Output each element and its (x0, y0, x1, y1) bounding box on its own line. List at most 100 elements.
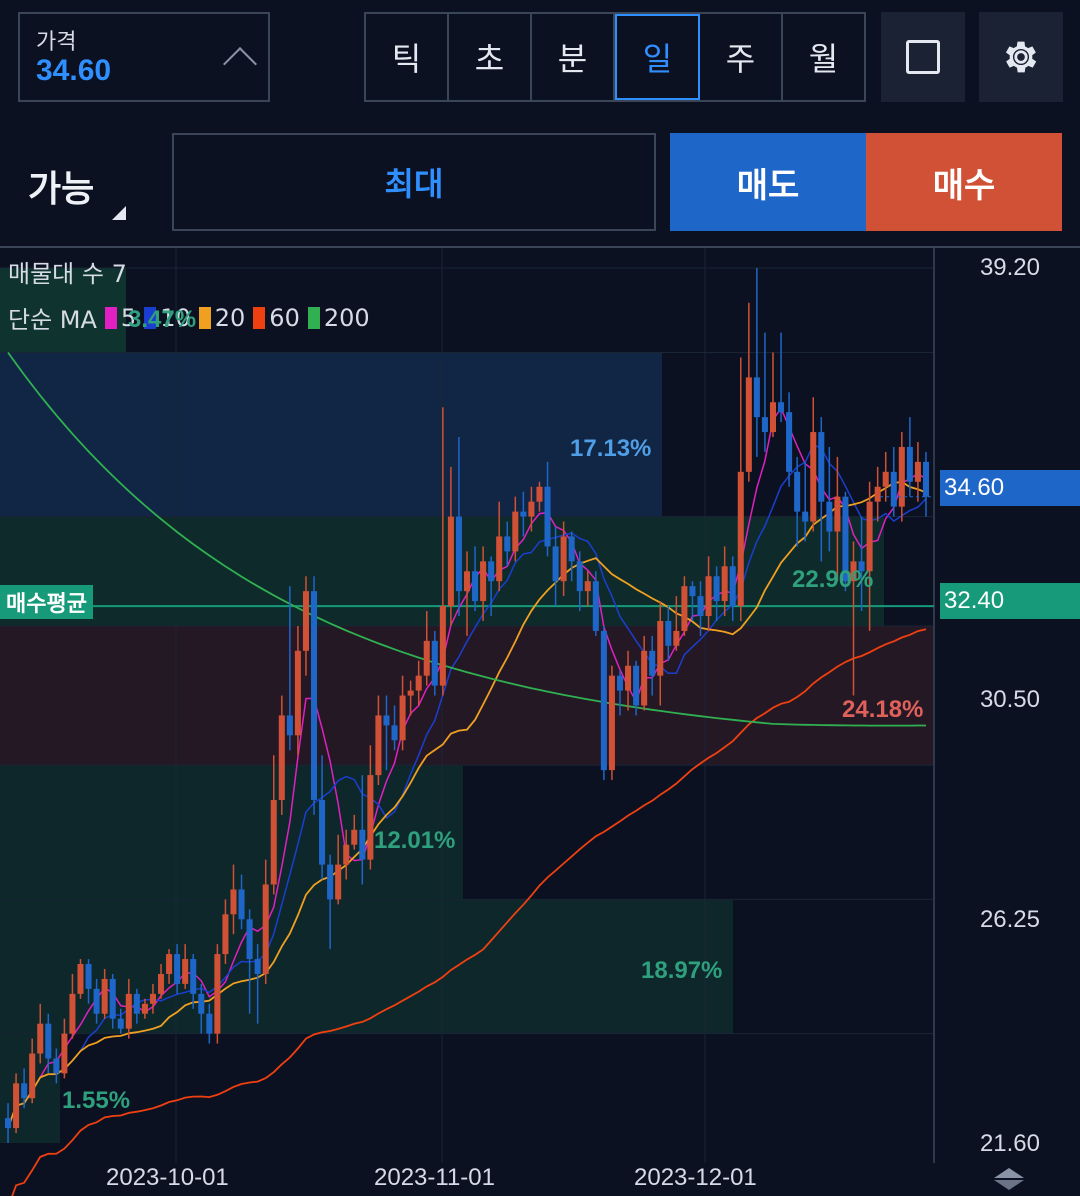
dropdown-corner-icon (112, 206, 126, 220)
candle-body (745, 377, 752, 472)
candle-body (190, 959, 197, 994)
candle-body (399, 695, 406, 741)
period-tabs: 틱 초 분 일 주 월 (364, 12, 866, 102)
buy-button[interactable]: 매수 (866, 133, 1062, 231)
vp-pct-label: 1.55% (62, 1087, 131, 1114)
candle-body (705, 576, 712, 617)
tab-week[interactable]: 주 (700, 14, 783, 100)
candle-body (544, 486, 551, 547)
candle-body (463, 571, 471, 592)
x-tick-label: 2023-11-01 (374, 1164, 495, 1191)
candle-body (335, 864, 342, 900)
candle-body (327, 864, 334, 900)
volume-profile-legend: 매물대 수 7 (8, 260, 127, 288)
vp-pct-label: 24.18% (842, 696, 924, 723)
candle-body (61, 1033, 68, 1074)
candle-body (810, 432, 817, 522)
tab-second[interactable]: 초 (449, 14, 532, 100)
candle-body (174, 954, 181, 984)
candle-body (423, 640, 430, 676)
candle-body (898, 446, 905, 507)
y-tick-label: 30.50 (979, 686, 1040, 713)
candle-body (29, 1053, 36, 1099)
candle-body (802, 511, 809, 522)
candle-body (633, 665, 640, 706)
candle-body (359, 829, 366, 860)
candle-body (278, 715, 285, 800)
candle-body (794, 471, 801, 512)
price-selector[interactable]: 가격 34.60 (18, 12, 270, 102)
candle-body (681, 586, 688, 631)
tab-tick[interactable]: 틱 (366, 14, 449, 100)
candle-body (254, 959, 261, 974)
candle-body (157, 973, 165, 994)
candle-body (625, 665, 632, 691)
max-button[interactable]: 최대 (172, 133, 656, 231)
candle-body (584, 581, 591, 592)
vp-pct-label: 17.13% (570, 435, 652, 462)
ma200-swatch (307, 306, 320, 329)
y-tick-label: 21.60 (979, 1130, 1040, 1157)
candle-body (528, 501, 535, 517)
candle-body (141, 1003, 148, 1014)
candle-body (133, 993, 140, 1014)
candle-body (85, 964, 92, 989)
fullscreen-button[interactable] (881, 12, 965, 102)
candle-body (480, 561, 487, 602)
chart-resize-handle-icon[interactable] (992, 1166, 1026, 1192)
vp-pct-label: 22.90% (792, 566, 874, 593)
price-value: 34.60 (36, 54, 112, 87)
order-mode-label[interactable]: 가능 (28, 160, 94, 212)
vp-pct-label: 3.47% (128, 306, 197, 333)
candle-body (310, 591, 318, 800)
candle-body (866, 501, 873, 572)
candle-body (600, 630, 607, 771)
volume-profile-bar (0, 352, 662, 517)
ma60-swatch (253, 306, 266, 329)
candle-body (616, 675, 624, 691)
candle-body (230, 889, 237, 915)
x-tick-label: 2023-10-01 (106, 1164, 229, 1191)
settings-button[interactable] (979, 12, 1063, 102)
current-price-tag: 34.60 (940, 470, 1080, 506)
candle-body (262, 884, 269, 974)
candle-body (206, 1013, 213, 1034)
candle-body (182, 959, 189, 984)
tab-month[interactable]: 월 (783, 14, 864, 100)
candle-body (407, 690, 414, 696)
candle-body (769, 402, 777, 433)
candle-body (383, 715, 390, 726)
candle-body (302, 591, 309, 651)
candle-body (641, 650, 648, 706)
tab-minute[interactable]: 분 (532, 14, 615, 100)
candle-body (149, 993, 156, 1004)
ma60-label: 60 (269, 303, 300, 332)
candle-body (673, 630, 680, 646)
candle-body (496, 536, 503, 582)
square-icon (906, 40, 940, 74)
candle-body (439, 606, 446, 686)
candle-body (592, 581, 599, 631)
candle-body (818, 432, 825, 502)
candle-body (689, 586, 696, 597)
candle-body (391, 725, 398, 741)
candle-body (576, 561, 583, 592)
candle-body (761, 417, 768, 433)
candle-body (117, 1018, 124, 1029)
y-tick-label: 26.25 (979, 906, 1040, 933)
candle-body (270, 799, 277, 885)
candle-body (649, 650, 656, 676)
ma-legend-label: 단순 MA (8, 306, 97, 334)
candle-body (608, 675, 615, 771)
candle-body (101, 978, 108, 1014)
candle-body (415, 675, 422, 691)
candle-body (286, 715, 293, 736)
tab-day[interactable]: 일 (615, 14, 700, 100)
candle-body (166, 954, 173, 974)
chevron-up-icon[interactable] (223, 47, 257, 81)
avg-buy-label: 매수평균 (0, 585, 93, 619)
candle-body (721, 566, 728, 602)
avg-price-tag: 32.40 (940, 583, 1080, 619)
sell-button[interactable]: 매도 (670, 133, 866, 231)
y-tick-label: 39.20 (979, 254, 1040, 281)
